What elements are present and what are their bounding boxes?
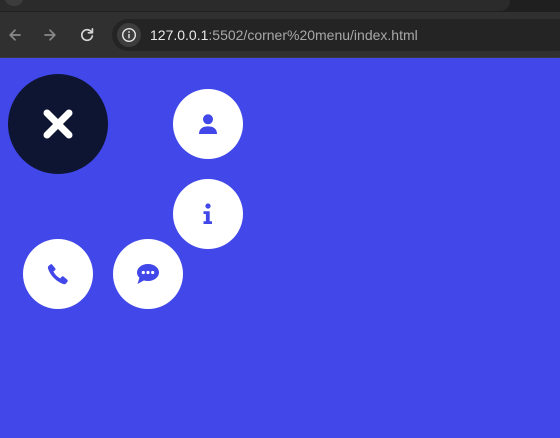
url-text[interactable]: 127.0.0.1:5502/corner%20menu/index.html xyxy=(150,27,418,43)
arrow-left-icon xyxy=(9,29,21,41)
chat-icon xyxy=(137,264,159,284)
phone-icon xyxy=(47,264,68,285)
browser-tabstrip xyxy=(0,0,560,12)
back-button[interactable] xyxy=(2,22,28,48)
reload-button[interactable] xyxy=(74,22,100,48)
url-path: :5502/corner%20menu/index.html xyxy=(208,27,418,43)
info-icon xyxy=(203,203,212,224)
user-icon xyxy=(199,114,217,134)
address-bar[interactable]: 127.0.0.1:5502/corner%20menu/index.html xyxy=(112,19,560,51)
chat-menu-button[interactable] xyxy=(113,239,183,309)
info-menu-button[interactable] xyxy=(173,179,243,249)
browser-toolbar: 127.0.0.1:5502/corner%20menu/index.html xyxy=(0,12,560,58)
page-viewport xyxy=(0,58,560,438)
reload-icon xyxy=(81,27,94,42)
arrow-right-icon xyxy=(44,29,56,41)
menu-toggle-button[interactable] xyxy=(8,74,108,174)
phone-menu-button[interactable] xyxy=(23,239,93,309)
forward-button[interactable] xyxy=(37,22,63,48)
site-info-button[interactable] xyxy=(117,23,141,47)
close-x-icon xyxy=(43,109,73,139)
profile-menu-button[interactable] xyxy=(173,89,243,159)
url-host: 127.0.0.1 xyxy=(150,27,209,43)
active-tab[interactable] xyxy=(0,0,510,11)
info-circle-icon xyxy=(121,27,137,43)
